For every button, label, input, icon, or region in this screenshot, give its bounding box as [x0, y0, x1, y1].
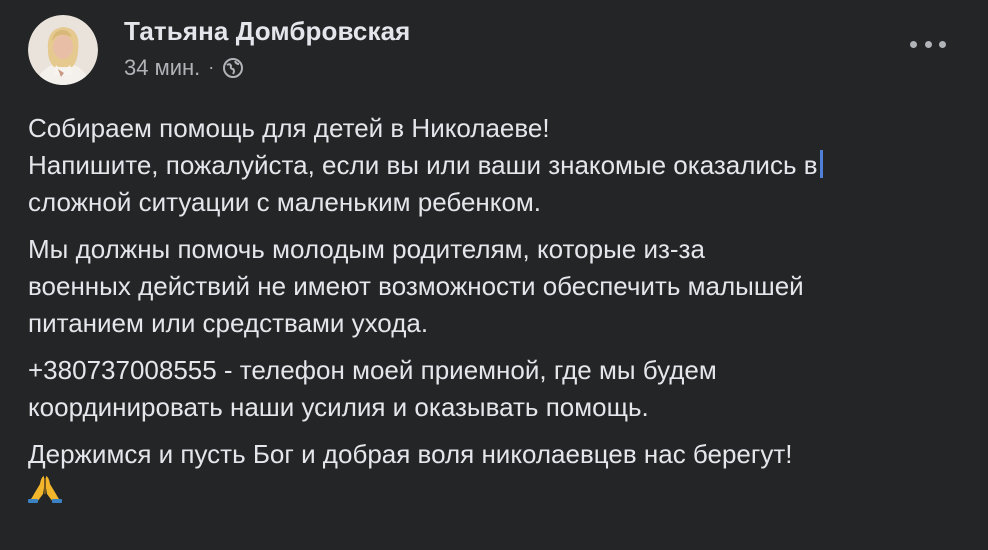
author-name[interactable]: Татьяна Домбровская	[124, 16, 410, 47]
more-dot	[924, 40, 932, 48]
author-avatar[interactable]	[28, 15, 98, 85]
text-caret	[819, 150, 823, 178]
emoji-line	[28, 473, 973, 510]
post-text-line: Мы должны помочь молодым родителям, кото…	[28, 234, 705, 264]
globe-icon[interactable]	[222, 57, 244, 79]
post-text-line: питанием или средствами ухода.	[28, 308, 429, 338]
post-text-line: военных действий не имеют возможности об…	[28, 271, 804, 301]
post-text-line: Собираем помощь для детей в Николаеве!	[28, 113, 550, 143]
more-options-icon[interactable]	[910, 34, 946, 54]
post-paragraph: +380737008555 - телефон моей приемной, г…	[28, 352, 973, 426]
post-header: Татьяна Домбровская 34 мин. ·	[28, 10, 410, 90]
separator-dot: ·	[208, 57, 215, 77]
post-subline: 34 мин. ·	[124, 55, 410, 81]
post-paragraph: Собираем помощь для детей в Николаеве! Н…	[28, 110, 973, 221]
post-timestamp[interactable]: 34 мин.	[124, 55, 200, 81]
post-text-line: Напишите, пожалуйста, если вы или ваши з…	[28, 150, 818, 180]
folded-hands-icon	[28, 474, 62, 504]
post-text-line-with-caret: Напишите, пожалуйста, если вы или ваши з…	[28, 147, 973, 184]
more-dot	[910, 40, 917, 48]
post-meta: Татьяна Домбровская 34 мин. ·	[124, 16, 410, 81]
post-text-line: координировать наши усилия и оказывать п…	[28, 392, 649, 422]
post-text-line: сложной ситуации с маленьким ребенком.	[28, 187, 542, 217]
post-text-line: Держимся и пусть Бог и добрая воля никол…	[28, 439, 793, 469]
post-paragraph: Мы должны помочь молодым родителям, кото…	[28, 231, 973, 342]
facebook-post: Татьяна Домбровская 34 мин. · Собираем п…	[0, 0, 988, 550]
more-dot	[939, 40, 946, 48]
post-paragraph: Держимся и пусть Бог и добрая воля никол…	[28, 436, 973, 510]
phone-and-text-line: +380737008555 - телефон моей приемной, г…	[28, 355, 717, 385]
post-body: Собираем помощь для детей в Николаеве! Н…	[28, 110, 973, 520]
